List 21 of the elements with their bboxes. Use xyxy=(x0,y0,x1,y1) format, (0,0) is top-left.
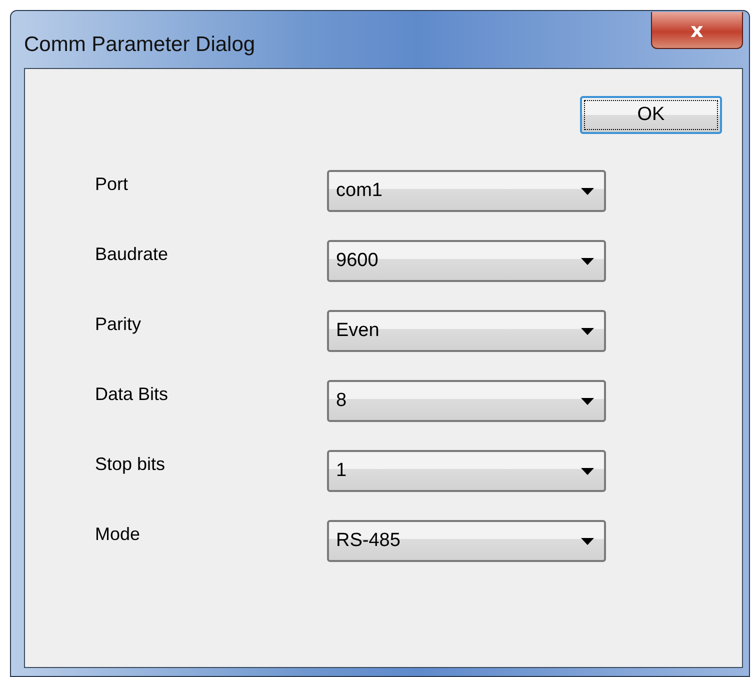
caret-icon xyxy=(581,398,594,404)
field-label: Stop bits xyxy=(95,454,166,474)
ok-button[interactable]: OK xyxy=(580,96,722,134)
field-label: Port xyxy=(95,174,130,194)
caret-icon xyxy=(581,468,594,474)
caret-icon xyxy=(581,328,594,334)
field-label: Parity xyxy=(95,314,142,334)
dropdown[interactable]: com1 xyxy=(327,170,606,212)
field-label: Data Bits xyxy=(95,384,170,404)
dropdown[interactable]: RS-485 xyxy=(327,520,606,562)
dropdown[interactable]: Even xyxy=(327,310,606,352)
close-button[interactable]: x xyxy=(651,12,743,49)
dropdown[interactable]: 8 xyxy=(327,380,606,422)
dropdown[interactable]: 1 xyxy=(327,450,606,492)
dropdown[interactable]: 9600 xyxy=(327,240,606,282)
field-label: Baudrate xyxy=(95,244,170,264)
caret-icon xyxy=(581,188,594,194)
window-title: Comm Parameter Dialog xyxy=(24,33,256,57)
caret-icon xyxy=(581,258,594,264)
caret-icon xyxy=(581,538,594,544)
field-label: Mode xyxy=(95,524,142,544)
